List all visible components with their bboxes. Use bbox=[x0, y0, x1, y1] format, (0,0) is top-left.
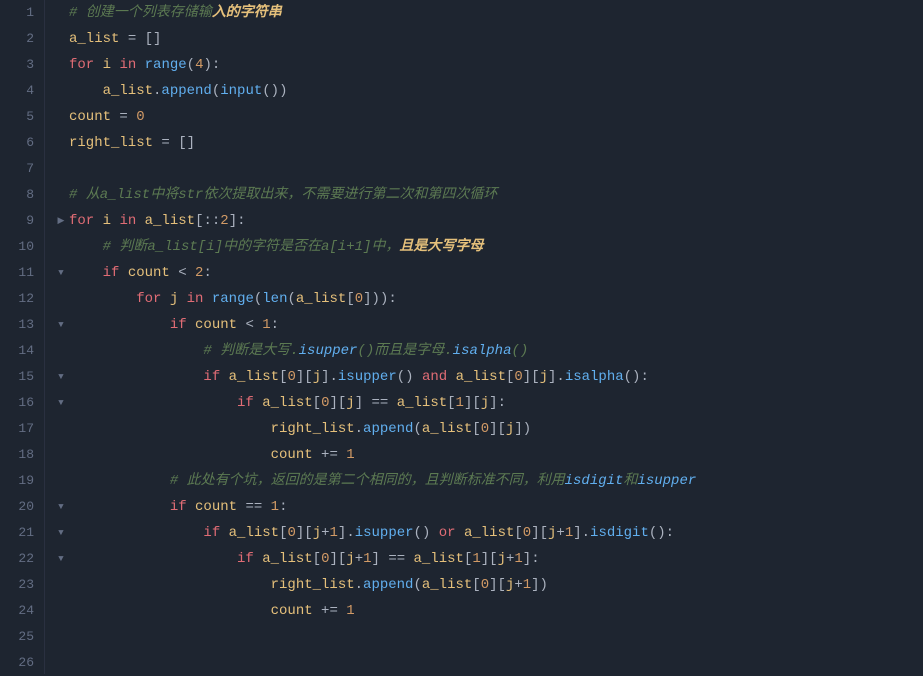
code-line-1: # 创建一个列表存储输入的字符串 bbox=[45, 0, 923, 26]
ln-20: 20 bbox=[10, 494, 34, 520]
ln-15: 15 bbox=[10, 364, 34, 390]
ln-17: 17 bbox=[10, 416, 34, 442]
fold-23[interactable] bbox=[53, 572, 69, 598]
ln-22: 22 bbox=[10, 546, 34, 572]
code-line-21: ▼ if a_list[0][j+1].isupper() or a_list[… bbox=[45, 520, 923, 546]
ln-25: 25 bbox=[10, 624, 34, 650]
code-line-7 bbox=[45, 156, 923, 182]
fold-8[interactable] bbox=[53, 182, 69, 208]
ln-2: 2 bbox=[10, 26, 34, 52]
ln-24: 24 bbox=[10, 598, 34, 624]
ln-9: 9 bbox=[10, 208, 34, 234]
fold-2[interactable] bbox=[53, 26, 69, 52]
code-lines: # 创建一个列表存储输入的字符串 a_list = [] for i in ra… bbox=[45, 0, 923, 674]
code-line-12: for j in range(len(a_list[0])): bbox=[45, 286, 923, 312]
fold-10[interactable] bbox=[53, 234, 69, 260]
line1-comment: # 创建一个列表存储输入的字符串 bbox=[69, 0, 282, 26]
fold-19[interactable] bbox=[53, 468, 69, 494]
ln-8: 8 bbox=[10, 182, 34, 208]
code-line-23: right_list.append(a_list[0][j+1]) bbox=[45, 572, 923, 598]
ln-18: 18 bbox=[10, 442, 34, 468]
ln-16: 16 bbox=[10, 390, 34, 416]
code-content: # 创建一个列表存储输入的字符串 a_list = [] for i in ra… bbox=[45, 0, 923, 674]
ln-23: 23 bbox=[10, 572, 34, 598]
code-line-16: ▼ if a_list[0][j] == a_list[1][j]: bbox=[45, 390, 923, 416]
ln-11: 11 bbox=[10, 260, 34, 286]
code-line-13: ▼ if count < 1: bbox=[45, 312, 923, 338]
fold-14[interactable] bbox=[53, 338, 69, 364]
ln-12: 12 bbox=[10, 286, 34, 312]
code-line-8: # 从a_list中将str依次提取出来，不需要进行第二次和第四次循环 bbox=[45, 182, 923, 208]
fold-6[interactable] bbox=[53, 130, 69, 156]
fold-4[interactable] bbox=[53, 78, 69, 104]
code-line-24: count += 1 bbox=[45, 598, 923, 624]
code-line-15: ▼ if a_list[0][j].isupper() and a_list[0… bbox=[45, 364, 923, 390]
code-line-10: # 判断a_list[i]中的字符是否在a[i+1]中，且是大写字母 bbox=[45, 234, 923, 260]
code-line-14: # 判断是大写.isupper()而且是字母.isalpha() bbox=[45, 338, 923, 364]
fold-25[interactable] bbox=[53, 624, 69, 650]
fold-12[interactable] bbox=[53, 286, 69, 312]
fold-11[interactable]: ▼ bbox=[53, 260, 69, 286]
code-line-19: # 此处有个坑，返回的是第二个相同的，且判断标准不同，利用isdigit和isu… bbox=[45, 468, 923, 494]
code-line-18: count += 1 bbox=[45, 442, 923, 468]
line-numbers: 1 2 3 4 5 6 7 8 9 10 11 12 13 14 15 16 1… bbox=[0, 0, 45, 674]
ln-7: 7 bbox=[10, 156, 34, 182]
code-line-9: ▶ for i in a_list[::2]: bbox=[45, 208, 923, 234]
fold-26[interactable] bbox=[53, 650, 69, 674]
fold-1[interactable] bbox=[53, 0, 69, 26]
fold-18[interactable] bbox=[53, 442, 69, 468]
ln-26: 26 bbox=[10, 650, 34, 676]
code-line-26 bbox=[45, 650, 923, 674]
fold-16[interactable]: ▼ bbox=[53, 390, 69, 416]
ln-5: 5 bbox=[10, 104, 34, 130]
fold-15[interactable]: ▼ bbox=[53, 364, 69, 390]
fold-9[interactable]: ▶ bbox=[53, 208, 69, 234]
fold-7[interactable] bbox=[53, 156, 69, 182]
ln-1: 1 bbox=[10, 0, 34, 26]
ln-10: 10 bbox=[10, 234, 34, 260]
code-line-20: ▼ if count == 1: bbox=[45, 494, 923, 520]
code-line-5: count = 0 bbox=[45, 104, 923, 130]
ln-6: 6 bbox=[10, 130, 34, 156]
code-editor: 1 2 3 4 5 6 7 8 9 10 11 12 13 14 15 16 1… bbox=[0, 0, 923, 674]
code-line-2: a_list = [] bbox=[45, 26, 923, 52]
fold-24[interactable] bbox=[53, 598, 69, 624]
fold-17[interactable] bbox=[53, 416, 69, 442]
fold-5[interactable] bbox=[53, 104, 69, 130]
fold-22[interactable]: ▼ bbox=[53, 546, 69, 572]
code-line-22: ▼ if a_list[0][j+1] == a_list[1][j+1]: bbox=[45, 546, 923, 572]
code-line-11: ▼ if count < 2: bbox=[45, 260, 923, 286]
fold-20[interactable]: ▼ bbox=[53, 494, 69, 520]
ln-21: 21 bbox=[10, 520, 34, 546]
ln-3: 3 bbox=[10, 52, 34, 78]
code-line-6: right_list = [] bbox=[45, 130, 923, 156]
code-line-17: right_list.append(a_list[0][j]) bbox=[45, 416, 923, 442]
code-line-3: for i in range(4): bbox=[45, 52, 923, 78]
ln-19: 19 bbox=[10, 468, 34, 494]
ln-14: 14 bbox=[10, 338, 34, 364]
fold-13[interactable]: ▼ bbox=[53, 312, 69, 338]
ln-4: 4 bbox=[10, 78, 34, 104]
ln-13: 13 bbox=[10, 312, 34, 338]
code-line-25 bbox=[45, 624, 923, 650]
fold-21[interactable]: ▼ bbox=[53, 520, 69, 546]
fold-3[interactable] bbox=[53, 52, 69, 78]
line2-var: a_list bbox=[69, 26, 119, 52]
code-line-4: a_list.append(input()) bbox=[45, 78, 923, 104]
